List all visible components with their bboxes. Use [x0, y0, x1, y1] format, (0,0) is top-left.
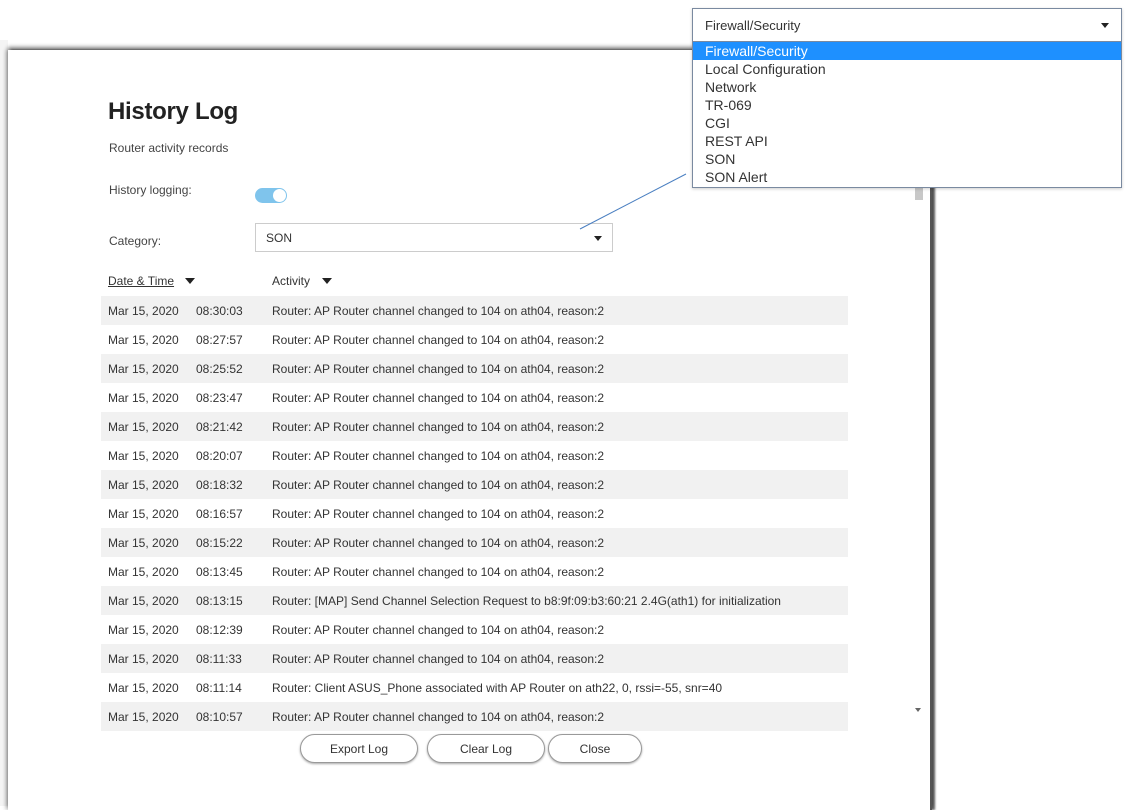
row-activity: Router: AP Router channel changed to 104… [272, 362, 605, 376]
chevron-down-icon [594, 236, 602, 241]
row-time: 08:13:45 [196, 565, 243, 579]
row-time: 08:15:22 [196, 536, 243, 550]
dropdown-header[interactable]: Firewall/Security [693, 9, 1121, 42]
sort-caret-icon[interactable] [185, 278, 195, 284]
log-table: Mar 15, 2020 08:30:03 Router: AP Router ch… [101, 296, 848, 731]
table-row: Mar 15, 2020 08:16:57 Router: AP Router ch… [101, 499, 848, 528]
row-time: 08:10:57 [196, 710, 243, 724]
table-row: Mar 15, 2020 08:13:15 Router: [MAP] Send C… [101, 586, 848, 615]
row-date: Mar 15, 2020 [108, 420, 179, 434]
table-row: Mar 15, 2020 08:23:47 Router: AP Router ch… [101, 383, 848, 412]
table-row: Mar 15, 2020 08:30:03 Router: AP Router ch… [101, 296, 848, 325]
table-row: Mar 15, 2020 08:18:32 Router: AP Router ch… [101, 470, 848, 499]
category-label: Category: [109, 234, 162, 248]
row-date: Mar 15, 2020 [108, 536, 179, 550]
dropdown-selected-value: Firewall/Security [705, 18, 801, 33]
row-activity: Router: AP Router channel changed to 104… [272, 449, 605, 463]
dropdown-option[interactable]: SON [693, 150, 1121, 168]
dropdown-options: Firewall/Security Local Configuration Netw… [693, 42, 1121, 186]
category-select[interactable]: SON [255, 223, 613, 252]
background-window-edge [0, 40, 8, 806]
row-activity: Router: AP Router channel changed to 104… [272, 304, 605, 318]
clear-log-button[interactable]: Clear Log [427, 734, 545, 763]
row-time: 08:21:42 [196, 420, 243, 434]
page-subtitle: Router activity records [109, 141, 229, 155]
row-date: Mar 15, 2020 [108, 507, 179, 521]
table-row: Mar 15, 2020 08:11:14 Router: Client ASUS_… [101, 673, 848, 702]
dropdown-option[interactable]: REST API [693, 132, 1121, 150]
chevron-down-icon [1101, 23, 1109, 28]
table-row: Mar 15, 2020 08:10:57 Router: AP Router ch… [101, 702, 848, 731]
row-date: Mar 15, 2020 [108, 652, 179, 666]
toggle-knob [273, 189, 286, 202]
row-activity: Router: AP Router channel changed to 104… [272, 507, 605, 521]
table-row: Mar 15, 2020 08:15:22 Router: AP Router ch… [101, 528, 848, 557]
dropdown-option[interactable]: Firewall/Security [693, 42, 1121, 60]
row-date: Mar 15, 2020 [108, 594, 179, 608]
row-date: Mar 15, 2020 [108, 391, 179, 405]
row-activity: Router: [MAP] Send Channel Selection Req… [272, 594, 781, 608]
row-time: 08:23:47 [196, 391, 243, 405]
column-header-activity[interactable]: Activity [272, 274, 310, 288]
row-activity: Router: AP Router channel changed to 104… [272, 478, 605, 492]
log-scrollbar[interactable] [913, 188, 925, 718]
row-activity: Router: AP Router channel changed to 104… [272, 652, 605, 666]
dropdown-option[interactable]: SON Alert [693, 168, 1121, 186]
history-logging-toggle[interactable] [255, 188, 287, 203]
row-date: Mar 15, 2020 [108, 333, 179, 347]
scrollbar-thumb[interactable] [915, 188, 923, 200]
category-select-value: SON [266, 231, 293, 245]
row-time: 08:11:33 [196, 652, 242, 666]
row-activity: Router: Client ASUS_Phone associated wit… [272, 681, 723, 695]
history-logging-label: History logging: [109, 183, 192, 197]
dropdown-option[interactable]: TR-069 [693, 96, 1121, 114]
row-date: Mar 15, 2020 [108, 362, 179, 376]
export-log-button[interactable]: Export Log [300, 734, 418, 763]
row-date: Mar 15, 2020 [108, 565, 179, 579]
sort-caret-icon[interactable] [322, 278, 332, 284]
table-row: Mar 15, 2020 08:21:42 Router: AP Router ch… [101, 412, 848, 441]
row-time: 08:25:52 [196, 362, 243, 376]
row-date: Mar 15, 2020 [108, 681, 179, 695]
row-time: 08:20:07 [196, 449, 243, 463]
table-row: Mar 15, 2020 08:20:07 Router: AP Router ch… [101, 441, 848, 470]
row-time: 08:12:39 [196, 623, 243, 637]
row-date: Mar 15, 2020 [108, 623, 179, 637]
row-activity: Router: AP Router channel changed to 104… [272, 565, 605, 579]
row-time: 08:18:32 [196, 478, 243, 492]
row-date: Mar 15, 2020 [108, 304, 179, 318]
row-time: 08:27:57 [196, 333, 243, 347]
table-row: Mar 15, 2020 08:27:57 Router: AP Router ch… [101, 325, 848, 354]
dropdown-option[interactable]: Local Configuration [693, 60, 1121, 78]
row-activity: Router: AP Router channel changed to 104… [272, 536, 605, 550]
row-time: 08:11:14 [196, 681, 242, 695]
dropdown-option[interactable]: CGI [693, 114, 1121, 132]
table-row: Mar 15, 2020 08:13:45 Router: AP Router ch… [101, 557, 848, 586]
table-row: Mar 15, 2020 08:12:39 Router: AP Router ch… [101, 615, 848, 644]
dropdown-option[interactable]: Network [693, 78, 1121, 96]
row-time: 08:13:15 [196, 594, 243, 608]
row-date: Mar 15, 2020 [108, 449, 179, 463]
row-date: Mar 15, 2020 [108, 710, 179, 724]
table-row: Mar 15, 2020 08:11:33 Router: AP Router ch… [101, 644, 848, 673]
category-dropdown-popup[interactable]: Firewall/Security Firewall/Security Local… [692, 8, 1122, 188]
scroll-down-icon[interactable] [915, 708, 921, 712]
row-time: 08:16:57 [196, 507, 243, 521]
row-activity: Router: AP Router channel changed to 104… [272, 623, 605, 637]
row-date: Mar 15, 2020 [108, 478, 179, 492]
page-title: History Log [108, 98, 239, 125]
row-time: 08:30:03 [196, 304, 243, 318]
row-activity: Router: AP Router channel changed to 104… [272, 333, 605, 347]
row-activity: Router: AP Router channel changed to 104… [272, 391, 605, 405]
row-activity: Router: AP Router channel changed to 104… [272, 420, 605, 434]
close-button[interactable]: Close [548, 734, 642, 763]
row-activity: Router: AP Router channel changed to 104… [272, 710, 605, 724]
table-row: Mar 15, 2020 08:25:52 Router: AP Router ch… [101, 354, 848, 383]
column-header-date[interactable]: Date & Time [108, 274, 174, 288]
